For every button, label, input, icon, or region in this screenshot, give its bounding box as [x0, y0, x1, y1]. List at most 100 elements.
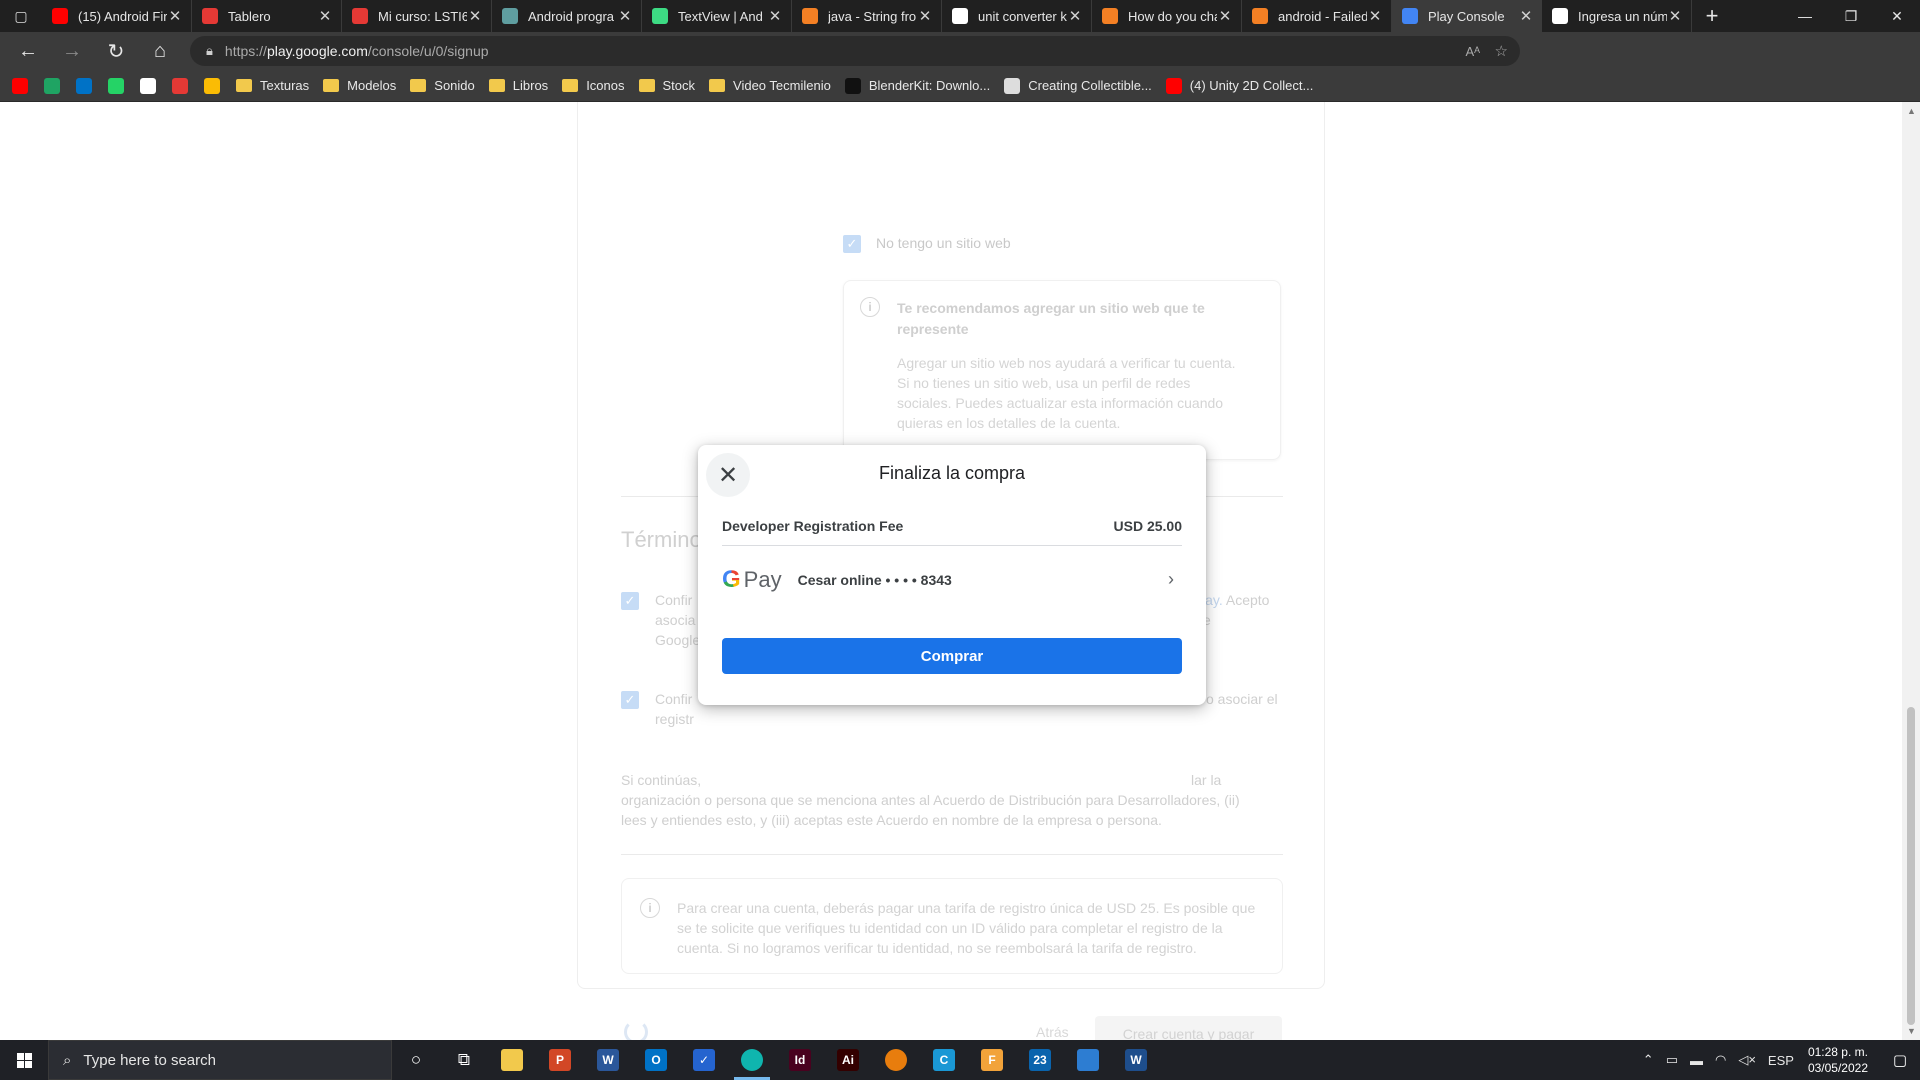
- bookmark-item[interactable]: BlenderKit: Downlo...: [844, 77, 990, 94]
- bookmark-item[interactable]: [12, 77, 28, 94]
- disclaimer-line-3: lees y entiendes esto, y (iii) aceptas e…: [621, 812, 1162, 828]
- android-studio-icon: C: [933, 1049, 955, 1071]
- taskbar-app-edge[interactable]: [728, 1040, 776, 1080]
- taskbar-search[interactable]: ⌕ Type here to search: [48, 1040, 392, 1080]
- taskbar-app-app-w[interactable]: W: [1112, 1040, 1160, 1080]
- back-button[interactable]: ←: [6, 32, 50, 70]
- new-tab-button[interactable]: +: [1692, 0, 1732, 32]
- minimize-button[interactable]: —: [1782, 0, 1828, 32]
- taskbar-app-outlook[interactable]: O: [632, 1040, 680, 1080]
- bookmark-folder[interactable]: Sonido: [410, 78, 475, 93]
- tab-strip: (15) Android Fir ✕ Tablero ✕ Mi curso: LSTI6…: [42, 0, 1692, 32]
- bookmark-folder[interactable]: Texturas: [236, 78, 309, 93]
- bookmark-item[interactable]: [76, 77, 92, 94]
- scroll-down-icon[interactable]: ▼: [1907, 1026, 1916, 1036]
- volume-icon[interactable]: ◁×: [1738, 1052, 1756, 1068]
- bookmark-folder[interactable]: Libros: [488, 78, 549, 93]
- bookmark-item[interactable]: [140, 77, 156, 94]
- notification-center-button[interactable]: ▢: [1880, 1040, 1920, 1080]
- refresh-button[interactable]: ↻: [94, 32, 138, 70]
- scrollbar-thumb[interactable]: [1907, 707, 1915, 1025]
- browser-tab[interactable]: TextView | And ✕: [642, 0, 792, 32]
- taskbar-app-blender[interactable]: [872, 1040, 920, 1080]
- clock[interactable]: 01:28 p. m. 03/05/2022: [1808, 1044, 1868, 1076]
- bookmark-label: Libros: [512, 78, 549, 93]
- bookmark-item[interactable]: Creating Collectible...: [1004, 77, 1152, 94]
- terms-checkbox-2[interactable]: ✓: [621, 691, 639, 709]
- bookmark-folder[interactable]: Video Tecmilenio: [709, 78, 831, 93]
- terms-checkbox-1[interactable]: ✓: [621, 592, 639, 610]
- close-tab-icon[interactable]: ✕: [1667, 7, 1683, 25]
- browser-tab[interactable]: java - String fro ✕: [792, 0, 942, 32]
- start-button[interactable]: [0, 1040, 48, 1080]
- browser-tab[interactable]: Play Console ✕: [1392, 0, 1542, 32]
- bookmark-item[interactable]: [204, 77, 220, 94]
- language-indicator[interactable]: ESP: [1768, 1053, 1794, 1068]
- bookmark-folder[interactable]: Modelos: [323, 78, 396, 93]
- tab-actions-button[interactable]: ▢: [0, 0, 42, 32]
- buy-button[interactable]: Comprar: [722, 638, 1182, 674]
- lock-icon[interactable]: 🔒︎: [206, 43, 213, 59]
- create-account-button[interactable]: Crear cuenta y pagar: [1095, 1016, 1282, 1040]
- taskbar-app-word[interactable]: W: [584, 1040, 632, 1080]
- taskbar-app-illustrator[interactable]: Ai: [824, 1040, 872, 1080]
- bookmark-item[interactable]: (4) Unity 2D Collect...: [1165, 77, 1313, 94]
- browser-tab[interactable]: android - Failed ✕: [1242, 0, 1392, 32]
- close-tab-icon[interactable]: ✕: [167, 7, 183, 25]
- task-view-icon: ⧉: [457, 1050, 471, 1069]
- figma-app-icon: F: [981, 1049, 1003, 1071]
- bookmark-label: Video Tecmilenio: [733, 78, 831, 93]
- taskbar-app-todo[interactable]: ✓: [680, 1040, 728, 1080]
- browser-tab[interactable]: How do you cha ✕: [1092, 0, 1242, 32]
- browser-tab[interactable]: Ingresa un núm ✕: [1542, 0, 1692, 32]
- restore-button[interactable]: ❐: [1828, 0, 1874, 32]
- folder-icon: [562, 79, 579, 92]
- taskbar-app-cortana[interactable]: ○: [392, 1040, 440, 1080]
- taskbar-app-figma-app[interactable]: F: [968, 1040, 1016, 1080]
- wifi-icon[interactable]: ◠: [1715, 1052, 1726, 1068]
- forward-button[interactable]: →: [50, 32, 94, 70]
- payment-method-row[interactable]: G Pay Cesar online • • • • 8343 ›: [722, 565, 1182, 595]
- browser-tab[interactable]: Tablero ✕: [192, 0, 342, 32]
- close-tab-icon[interactable]: ✕: [1518, 7, 1534, 25]
- taskbar-app-indesign[interactable]: Id: [776, 1040, 824, 1080]
- bookmark-item[interactable]: [44, 77, 60, 94]
- close-tab-icon[interactable]: ✕: [1067, 7, 1083, 25]
- bookmark-folder[interactable]: Iconos: [562, 78, 625, 93]
- back-button-page[interactable]: Atrás: [1036, 1024, 1069, 1040]
- close-tab-icon[interactable]: ✕: [917, 7, 933, 25]
- close-tab-icon[interactable]: ✕: [767, 7, 783, 25]
- battery-icon[interactable]: ▬: [1690, 1053, 1703, 1068]
- add-favorite-icon[interactable]: ☆: [1495, 42, 1508, 60]
- close-tab-icon[interactable]: ✕: [467, 7, 483, 25]
- close-tab-icon[interactable]: ✕: [1367, 7, 1383, 25]
- taskbar-app-mail[interactable]: 23: [1016, 1040, 1064, 1080]
- taskbar-app-powerpoint[interactable]: P: [536, 1040, 584, 1080]
- info-icon: i: [640, 898, 660, 918]
- close-tab-icon[interactable]: ✕: [617, 7, 633, 25]
- address-bar-row: ← → ↻ ⌂ 🔒︎ https://play.google.com/conso…: [0, 32, 1920, 94]
- show-hidden-icons[interactable]: ⌃: [1643, 1052, 1654, 1068]
- bookmark-item[interactable]: [108, 77, 124, 94]
- taskbar-app-task-view[interactable]: ⧉: [440, 1040, 488, 1080]
- home-button[interactable]: ⌂: [138, 32, 182, 70]
- app-w-icon: W: [1125, 1049, 1147, 1071]
- scroll-up-icon[interactable]: ▲: [1907, 106, 1916, 116]
- taskbar-app-photos[interactable]: [1064, 1040, 1112, 1080]
- close-window-button[interactable]: ✕: [1874, 0, 1920, 32]
- read-aloud-icon[interactable]: Aᴬ: [1465, 44, 1480, 59]
- taskbar-app-file-explorer[interactable]: [488, 1040, 536, 1080]
- bookmark-item[interactable]: [172, 77, 188, 94]
- device-icon[interactable]: ▭: [1666, 1052, 1678, 1068]
- browser-tab[interactable]: Android progra ✕: [492, 0, 642, 32]
- page-scrollbar[interactable]: ▲ ▼: [1902, 102, 1920, 1040]
- browser-tab[interactable]: unit converter k ✕: [942, 0, 1092, 32]
- url-bar[interactable]: 🔒︎ https://play.google.com/console/u/0/s…: [190, 36, 1520, 66]
- no-website-checkbox[interactable]: ✓: [843, 235, 861, 253]
- bookmark-folder[interactable]: Stock: [638, 78, 695, 93]
- taskbar-app-android-studio[interactable]: C: [920, 1040, 968, 1080]
- close-tab-icon[interactable]: ✕: [317, 7, 333, 25]
- close-tab-icon[interactable]: ✕: [1217, 7, 1233, 25]
- browser-tab[interactable]: Mi curso: LSTI6 ✕: [342, 0, 492, 32]
- browser-tab[interactable]: (15) Android Fir ✕: [42, 0, 192, 32]
